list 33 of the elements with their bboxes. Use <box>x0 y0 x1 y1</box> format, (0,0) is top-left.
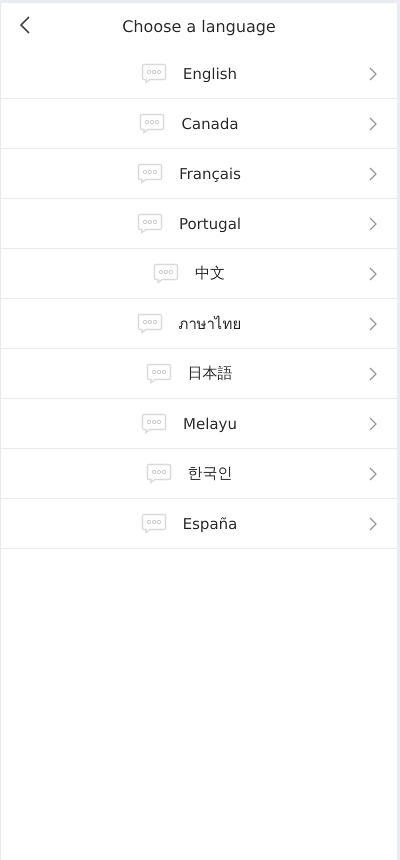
language-item[interactable]: Portugal <box>1 199 397 249</box>
chat-bubble-icon <box>140 513 167 534</box>
chat-bubble-icon <box>137 163 164 184</box>
language-item[interactable]: 日本語 <box>1 349 397 399</box>
language-item[interactable]: Français <box>1 149 397 199</box>
language-item[interactable]: Canada <box>1 99 397 149</box>
chat-bubble-icon <box>136 213 163 234</box>
chevron-right-icon <box>369 317 377 331</box>
language-item[interactable]: 한국인 <box>1 449 397 499</box>
language-item[interactable]: Melayu <box>1 399 397 449</box>
chevron-right-icon <box>369 267 377 281</box>
page-title: Choose a language <box>122 16 276 36</box>
chat-bubble-icon <box>153 263 179 284</box>
back-icon <box>19 16 31 34</box>
chevron-right-icon <box>369 67 377 81</box>
back-button[interactable] <box>19 16 31 34</box>
chevron-right-icon <box>369 117 377 131</box>
chat-bubble-icon <box>136 313 162 334</box>
chat-bubble-icon <box>146 463 172 484</box>
language-item[interactable]: ภาษาไทย <box>1 299 397 349</box>
language-item[interactable]: 中文 <box>1 249 397 299</box>
chevron-right-icon <box>369 367 377 381</box>
language-item[interactable]: España <box>1 499 397 549</box>
chevron-right-icon <box>369 417 377 431</box>
chevron-right-icon <box>369 217 377 231</box>
language-item[interactable]: English <box>1 49 397 99</box>
chat-bubble-icon <box>139 113 166 134</box>
chat-bubble-icon <box>140 63 167 84</box>
chevron-right-icon <box>369 467 377 481</box>
chevron-right-icon <box>369 517 377 531</box>
chat-bubble-icon <box>141 413 168 434</box>
chat-bubble-icon <box>146 363 172 384</box>
chevron-right-icon <box>369 167 377 181</box>
